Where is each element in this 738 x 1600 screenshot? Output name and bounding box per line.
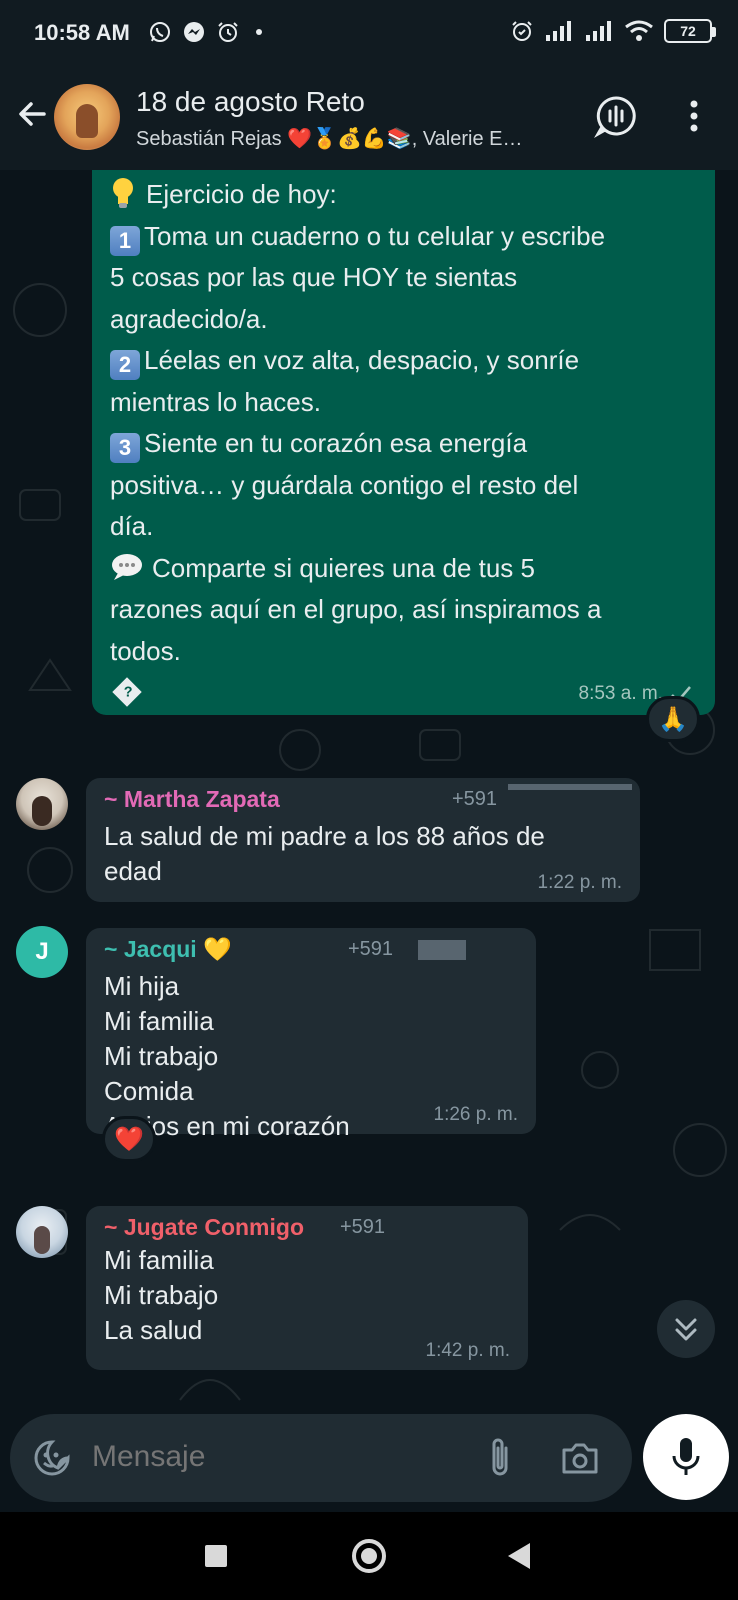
alarm-icon (218, 22, 238, 42)
message-line: Comparte si quieres una de tus 5 (110, 548, 697, 590)
sender-phone: +591 (348, 938, 394, 960)
more-options-icon[interactable] (672, 94, 716, 138)
alarm-icon (512, 21, 532, 41)
back-arrow-icon[interactable] (14, 96, 50, 132)
message-text: Mi hija (104, 971, 180, 1001)
redacted-number (508, 784, 632, 790)
sender-name[interactable]: ~ Jugate Conmigo (104, 1214, 510, 1241)
message-composer (10, 1414, 632, 1502)
incoming-message-bubble[interactable]: ~ Jacqui 💛 +591 Mi hija Mi familia Mi tr… (86, 928, 536, 1141)
keycap-1-icon: 1 (110, 225, 140, 256)
message-line: agradecido/a. (110, 303, 268, 334)
emoji-sticker-icon[interactable] (30, 1436, 74, 1480)
message-line: 3 Siente en tu corazón esa energía (110, 423, 697, 465)
incoming-message-bubble[interactable]: ~ Martha Zapata +591 La salud de mi padr… (86, 778, 640, 902)
replacement-character-icon (112, 677, 142, 707)
message-text: Mi familia (104, 1245, 214, 1275)
avatar[interactable] (16, 1206, 68, 1258)
reaction-badge[interactable]: 🙏 (646, 696, 700, 742)
status-system-icons: 72 (510, 19, 716, 43)
camera-icon[interactable] (558, 1436, 602, 1480)
message-line: 2 Léelas en voz alta, despacio, y sonríe (110, 340, 697, 382)
speech-bubble-emoji-icon (112, 553, 142, 580)
message-text: Mi trabajo (104, 1041, 219, 1071)
reaction-badge[interactable]: ❤️ (102, 1116, 156, 1162)
sender-phone: +591 (452, 788, 498, 810)
message-text: Mi trabajo (104, 1280, 219, 1310)
signal-icon (586, 21, 611, 41)
recent-apps-button[interactable] (205, 1545, 227, 1567)
voice-record-button[interactable] (643, 1414, 729, 1500)
message-timestamp: 1:26 p. m. (433, 1104, 519, 1125)
wifi-icon (625, 20, 653, 41)
back-button[interactable] (508, 1543, 530, 1569)
voice-chat-icon[interactable] (594, 94, 638, 138)
lightbulb-emoji-icon (113, 178, 133, 208)
status-time: 10:58 AM (34, 20, 130, 45)
message-timestamp: 1:22 p. m. (537, 872, 623, 893)
more-notifications-dot (256, 29, 262, 35)
incoming-message-bubble[interactable]: ~ Jugate Conmigo +591 Mi familia Mi trab… (86, 1206, 528, 1370)
status-bar: 10:58 AM 72 (0, 0, 738, 66)
message-text: La salud de mi padre a los 88 años de (104, 821, 545, 851)
microphone-icon (672, 1438, 700, 1475)
keycap-2-icon: 2 (110, 350, 140, 380)
messenger-icon (184, 22, 204, 42)
avatar[interactable]: J (16, 926, 68, 978)
system-navigation-bar (0, 1512, 738, 1600)
message-line: razones aquí en el grupo, así inspiramos… (110, 594, 602, 624)
message-line: 1 Toma un cuaderno o tu celular y escribe (110, 216, 697, 258)
message-line: mientras lo haces. (110, 386, 321, 417)
avatar[interactable] (16, 778, 68, 830)
message-input[interactable] (92, 1440, 462, 1474)
message-line: positiva… y guárdala contigo el resto de… (110, 469, 579, 500)
sender-phone: +591 (340, 1216, 386, 1238)
message-line: 5 cosas por las que HOY te sientas (110, 262, 518, 292)
chat-area[interactable]: Ejercicio de hoy: 1 Toma un cuaderno o tu… (0, 170, 738, 1405)
attach-paperclip-icon[interactable] (478, 1434, 522, 1482)
status-notification-icons (148, 20, 262, 44)
sender-name[interactable]: ~ Martha Zapata (104, 786, 622, 813)
battery-indicator: 72 (664, 19, 716, 43)
outgoing-message-bubble[interactable]: Ejercicio de hoy: 1 Toma un cuaderno o tu… (92, 170, 715, 715)
message-line: día. (110, 511, 154, 541)
double-chevron-down-icon (675, 1318, 697, 1341)
message-timestamp: 1:42 p. m. (425, 1340, 511, 1361)
whatsapp-icon (150, 22, 170, 42)
group-members[interactable]: Sebastián Rejas ❤️🏅💰💪📚, Valerie E… (136, 126, 576, 151)
scroll-to-bottom-button[interactable] (657, 1300, 715, 1358)
group-avatar[interactable] (54, 84, 120, 150)
redacted-number (418, 940, 466, 960)
message-line: todos. (110, 635, 181, 666)
signal-icon (546, 21, 571, 41)
chat-header: 18 de agosto Reto Sebastián Rejas ❤️🏅💰💪📚… (0, 66, 738, 170)
message-line: Ejercicio de hoy: (110, 174, 697, 216)
keycap-3-icon: 3 (110, 433, 140, 463)
group-title[interactable]: 18 de agosto Reto (136, 86, 365, 118)
home-button[interactable] (352, 1539, 386, 1573)
message-text: Mi familia (104, 1006, 214, 1036)
